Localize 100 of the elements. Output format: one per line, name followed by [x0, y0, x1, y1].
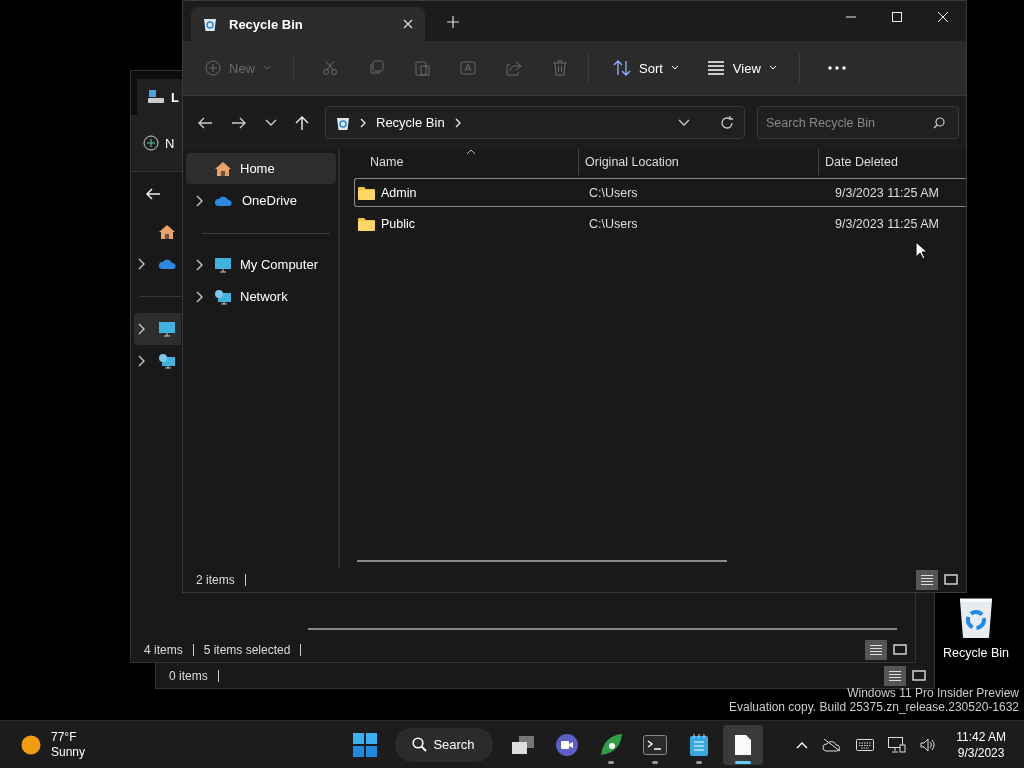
up-icon[interactable] — [295, 114, 309, 131]
cloud-off-icon[interactable] — [822, 737, 843, 752]
details-view-button[interactable] — [865, 640, 887, 660]
clipboard-icon — [414, 60, 430, 76]
search-icon — [933, 117, 945, 129]
plus-circle-icon — [143, 135, 159, 151]
video-camera-icon — [554, 732, 579, 757]
window-tab[interactable]: L — [137, 79, 182, 115]
scrollbar[interactable] — [308, 628, 897, 630]
file-name: Admin — [381, 185, 417, 200]
details-view-button[interactable] — [884, 666, 906, 686]
mouse-pointer-icon — [915, 241, 927, 260]
copy-icon — [368, 60, 384, 76]
column-header[interactable]: Original Location — [579, 149, 819, 175]
search-button[interactable]: Search — [394, 727, 493, 762]
weather-widget[interactable]: 77°F Sunny — [0, 729, 301, 760]
address-bar[interactable]: Recycle Bin — [325, 106, 745, 139]
nav-item[interactable]: OneDrive — [186, 185, 336, 216]
document-app-button[interactable] — [722, 724, 763, 765]
house-icon — [158, 224, 176, 240]
nav-item[interactable]: Home — [186, 153, 336, 184]
window-tab[interactable]: Recycle Bin — [191, 7, 425, 41]
chevron-icon — [137, 258, 145, 270]
windows-icon — [352, 732, 377, 757]
square-icon — [893, 644, 907, 656]
file-row[interactable]: Admin C:\Users 9/3/2023 11:25 AM — [354, 178, 966, 207]
maximize-icon — [892, 12, 902, 22]
chevron-icon[interactable] — [195, 258, 203, 271]
scissors-icon — [322, 60, 338, 76]
view-button[interactable]: View — [702, 57, 781, 79]
clock[interactable]: 11:42 AM 9/3/2023 — [956, 728, 1006, 761]
new-tab-icon[interactable] — [447, 16, 459, 28]
recycle-bin-icon — [203, 16, 217, 32]
file-name: Public — [381, 216, 416, 231]
back-icon[interactable] — [197, 115, 213, 130]
chevron-icon[interactable] — [195, 290, 203, 303]
column-header[interactable]: Date Deleted — [819, 149, 966, 175]
column-header[interactable]: Name — [354, 149, 579, 175]
status-text: 4 items — [144, 643, 183, 657]
drive-icon — [147, 89, 165, 105]
forward-icon[interactable] — [231, 115, 247, 130]
nav-item[interactable]: Network — [186, 281, 336, 312]
status-text: 2 items — [196, 573, 235, 587]
keyboard-icon[interactable] — [856, 738, 875, 751]
scrollbar[interactable] — [357, 560, 727, 562]
list-icon — [888, 670, 902, 682]
sort-button[interactable]: Sort — [609, 57, 683, 79]
new-button[interactable]: N — [143, 135, 175, 151]
folder-icon — [358, 185, 375, 200]
cloud-icon — [158, 258, 178, 270]
status-text: 5 items selected — [203, 643, 291, 657]
monitor-icon — [158, 321, 176, 337]
folder-icon — [358, 216, 375, 231]
list-icon — [869, 644, 883, 656]
close-icon — [938, 12, 948, 22]
recycle-bin-icon[interactable] — [957, 596, 995, 640]
volume-icon[interactable] — [920, 737, 937, 752]
minimize-icon — [846, 16, 856, 18]
breadcrumb-item[interactable]: Recycle Bin — [376, 115, 445, 130]
monitor-icon — [214, 256, 232, 273]
weather-text: Sunny — [51, 744, 86, 760]
caret-icon — [263, 65, 271, 71]
close-tab-icon[interactable] — [403, 19, 413, 29]
network-icon[interactable] — [888, 736, 907, 753]
list-icon — [920, 574, 934, 586]
refresh-icon[interactable] — [720, 115, 734, 130]
temperature-text: 77°F — [51, 729, 78, 745]
network-icon — [214, 288, 232, 305]
more-icon — [827, 66, 846, 70]
plus-circle-icon — [205, 60, 221, 76]
chevron-icon — [137, 323, 145, 335]
nav-item[interactable] — [134, 313, 181, 345]
search-icon — [412, 737, 428, 752]
square-icon — [912, 670, 926, 682]
status-text: 0 items — [169, 669, 208, 683]
caret-icon — [670, 65, 679, 71]
caret-icon[interactable] — [265, 118, 277, 127]
caret-icon[interactable] — [678, 118, 690, 127]
nav-item[interactable]: My Computer — [186, 249, 336, 280]
chevron-icon[interactable] — [195, 194, 203, 207]
share-icon — [506, 60, 522, 76]
watermark-text: Windows 11 Pro Insider Preview — [847, 686, 1019, 700]
watermark-text: Evaluation copy. Build 25375.zn_release.230520-1632 — [729, 700, 1019, 714]
details-view-button[interactable] — [916, 570, 938, 590]
rename-icon — [460, 60, 476, 76]
network-icon — [158, 353, 176, 369]
leaf-icon — [598, 732, 623, 757]
chevron-icon — [137, 355, 145, 367]
search-field[interactable]: Search Recycle Bin — [757, 106, 959, 139]
chevron-up-icon[interactable] — [796, 740, 809, 749]
house-icon — [214, 160, 232, 177]
table-cell: 9/3/2023 11:25 AM — [835, 185, 940, 200]
sun-icon — [21, 734, 41, 755]
task-view-icon — [510, 734, 535, 755]
sort-icon — [613, 60, 631, 76]
desktop-icon-label[interactable]: Recycle Bin — [943, 646, 1009, 660]
trash-icon — [552, 60, 568, 76]
cloud-icon — [214, 194, 234, 207]
table-cell: C:\Users — [589, 216, 638, 231]
file-row[interactable]: Public C:\Users 9/3/2023 11:25 AM — [354, 209, 966, 238]
